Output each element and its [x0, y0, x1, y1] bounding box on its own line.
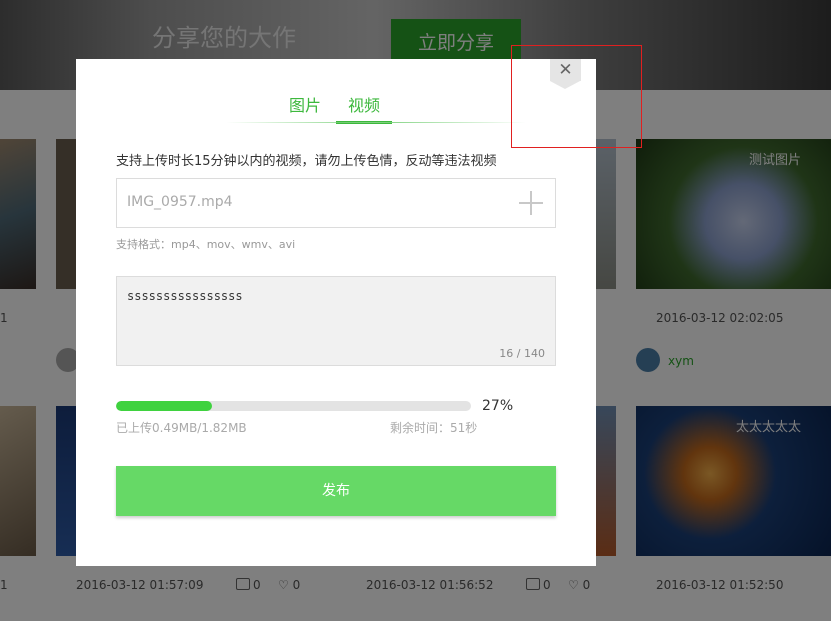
tab-photo[interactable]: 图片	[288, 95, 322, 121]
char-counter: 16 / 140	[499, 347, 545, 360]
upload-notice: 支持上传时长15分钟以内的视频，请勿上传色情，反动等违法视频	[116, 154, 497, 169]
publish-button[interactable]: 发布	[116, 466, 556, 516]
description-value: ssssssssssssssss	[127, 289, 243, 303]
tab-divider	[226, 122, 526, 123]
tab-video[interactable]: 视频	[336, 95, 392, 124]
highlight-box	[511, 45, 642, 148]
file-picker[interactable]: IMG_0957.mp4	[116, 178, 556, 228]
supported-formats: 支持格式：mp4、mov、wmv、avi	[116, 238, 296, 251]
plus-icon[interactable]	[519, 191, 543, 215]
selected-file-name: IMG_0957.mp4	[127, 194, 233, 210]
upload-progress-bar	[116, 401, 471, 411]
upload-progress-fill	[116, 401, 212, 411]
description-textarea[interactable]: ssssssssssssssss 16 / 140	[116, 276, 556, 366]
upload-progress-percent: 27%	[482, 398, 514, 414]
remaining-time: 剩余时间：51秒	[390, 421, 478, 435]
uploaded-size: 已上传0.49MB/1.82MB	[116, 421, 247, 435]
